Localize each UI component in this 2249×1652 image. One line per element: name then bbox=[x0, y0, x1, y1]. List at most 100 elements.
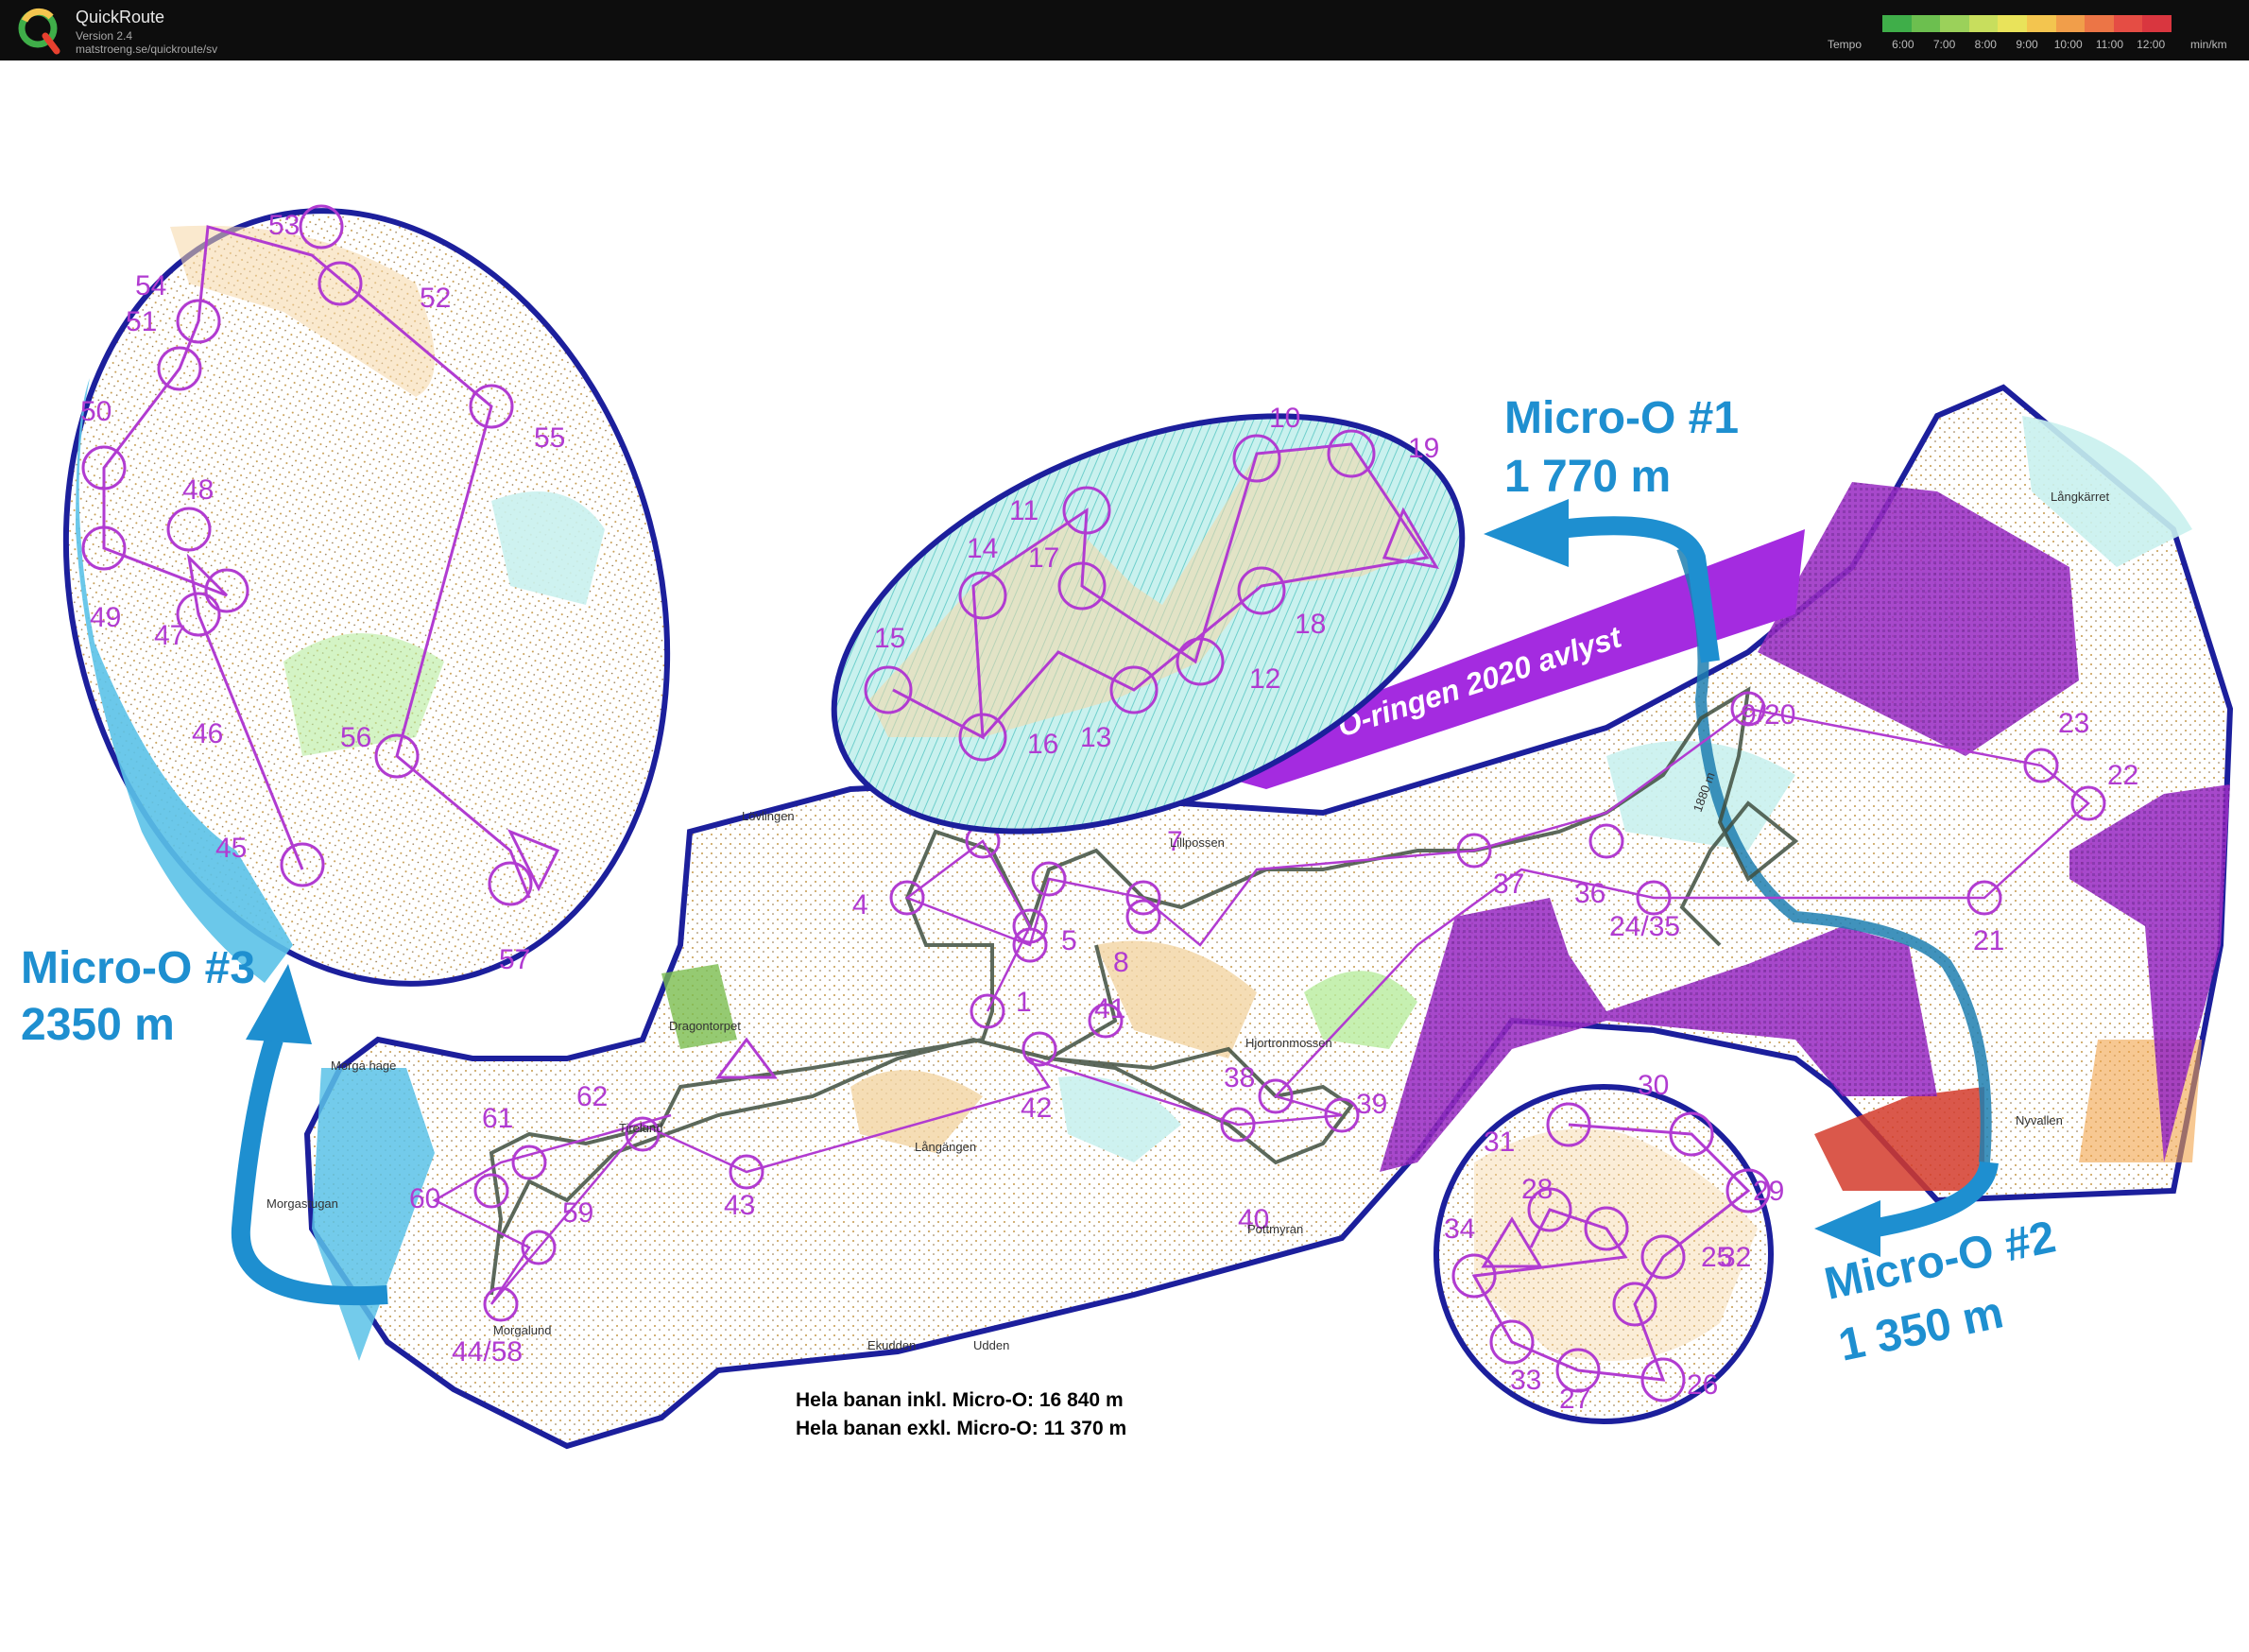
pace-legend-swatch bbox=[1882, 15, 1912, 32]
control-21: 21 bbox=[1973, 925, 2004, 956]
pace-legend-tick: 9:00 bbox=[2016, 38, 2038, 51]
control-4: 4 bbox=[852, 889, 868, 921]
pace-legend-swatch bbox=[1940, 15, 1969, 32]
svg-text:Morgalund: Morgalund bbox=[493, 1323, 551, 1337]
pace-legend-tick: 6:00 bbox=[1892, 38, 1914, 51]
pace-legend-swatch bbox=[1968, 15, 1999, 32]
control-61: 61 bbox=[482, 1103, 513, 1134]
control-26: 26 bbox=[1687, 1369, 1718, 1401]
pace-legend-ticks: 6:00 7:00 8:00 9:00 10:00 11:00 12:00 bbox=[1882, 38, 2172, 51]
control-53: 53 bbox=[268, 210, 300, 241]
micro-o-3-title: Micro-O #3 bbox=[21, 943, 255, 993]
svg-text:Långängen: Långängen bbox=[915, 1140, 976, 1154]
control-5: 5 bbox=[1061, 925, 1077, 956]
control-59: 59 bbox=[562, 1197, 593, 1229]
control-31: 31 bbox=[1484, 1127, 1515, 1158]
control-46: 46 bbox=[192, 718, 223, 749]
pace-legend-swatch bbox=[1911, 15, 1941, 32]
pace-legend-swatch bbox=[2026, 15, 2056, 32]
control-34: 34 bbox=[1444, 1213, 1475, 1245]
svg-text:Tirelund: Tirelund bbox=[619, 1121, 662, 1135]
pace-legend-bar bbox=[1882, 15, 2172, 32]
total-excluding-micro: Hela banan exkl. Micro-O: 11 370 m bbox=[796, 1418, 1126, 1439]
svg-text:Nyvallen: Nyvallen bbox=[2016, 1113, 2063, 1127]
quickroute-logo-icon bbox=[18, 8, 60, 55]
control-32: 32 bbox=[1720, 1242, 1751, 1273]
control-38: 38 bbox=[1224, 1062, 1255, 1093]
control-56: 56 bbox=[340, 722, 371, 753]
control-50: 50 bbox=[80, 396, 112, 427]
svg-text:Dragontorpet: Dragontorpet bbox=[669, 1019, 741, 1033]
control-13: 13 bbox=[1080, 722, 1111, 753]
control-30: 30 bbox=[1638, 1070, 1669, 1101]
control-10: 10 bbox=[1269, 403, 1300, 434]
control-55: 55 bbox=[534, 422, 565, 454]
control-22: 22 bbox=[2107, 760, 2138, 791]
control-42: 42 bbox=[1021, 1093, 1052, 1124]
control-54: 54 bbox=[135, 270, 166, 301]
control-11: 11 bbox=[1009, 495, 1039, 526]
pace-legend-tick: 8:00 bbox=[1974, 38, 1997, 51]
control-12: 12 bbox=[1249, 663, 1280, 695]
control-15: 15 bbox=[874, 623, 905, 654]
micro-o-1-title: Micro-O #1 bbox=[1504, 393, 1739, 443]
pace-legend-swatch bbox=[2142, 15, 2172, 32]
control-37: 37 bbox=[1493, 869, 1524, 900]
control-17: 17 bbox=[1028, 542, 1059, 574]
control-19: 19 bbox=[1408, 433, 1439, 464]
control-51: 51 bbox=[126, 306, 157, 337]
svg-text:Lövlingen: Lövlingen bbox=[742, 809, 795, 823]
svg-text:Morgastugan: Morgastugan bbox=[266, 1196, 338, 1211]
control-8: 8 bbox=[1113, 947, 1129, 978]
total-including-micro: Hela banan inkl. Micro-O: 16 840 m bbox=[796, 1389, 1124, 1411]
control-48: 48 bbox=[182, 474, 214, 506]
control-9-20: 9/20 bbox=[1741, 699, 1795, 731]
pace-legend-tick: 12:00 bbox=[2137, 38, 2166, 51]
control-60: 60 bbox=[409, 1183, 440, 1214]
pace-legend-swatch bbox=[2113, 15, 2143, 32]
micro-o-3-distance: 2350 m bbox=[21, 1000, 175, 1050]
svg-text:Pottmyran: Pottmyran bbox=[1247, 1222, 1303, 1236]
legend-label: Tempo bbox=[1828, 38, 1863, 51]
svg-text:Lillpossen: Lillpossen bbox=[1170, 835, 1225, 850]
title-bar: QuickRoute Version 2.4 matstroeng.se/qui… bbox=[0, 0, 2249, 60]
svg-text:Hjortronmossen: Hjortronmossen bbox=[1245, 1036, 1332, 1050]
micro-o-3-inset: 45 46 47 48 49 50 51 52 53 54 55 56 57 bbox=[62, 204, 671, 987]
control-52: 52 bbox=[420, 283, 451, 314]
control-16: 16 bbox=[1027, 729, 1058, 760]
control-24-35: 24/35 bbox=[1609, 911, 1680, 942]
control-47: 47 bbox=[154, 620, 185, 651]
control-23: 23 bbox=[2058, 708, 2089, 739]
control-1: 1 bbox=[1016, 987, 1032, 1018]
control-44-58: 44/58 bbox=[452, 1336, 523, 1368]
control-62: 62 bbox=[576, 1081, 608, 1112]
control-29: 29 bbox=[1753, 1176, 1784, 1207]
control-28: 28 bbox=[1521, 1174, 1553, 1205]
control-43: 43 bbox=[724, 1190, 755, 1221]
control-45: 45 bbox=[215, 833, 247, 864]
micro-o-1-distance: 1 770 m bbox=[1504, 452, 1671, 502]
svg-text:Udden: Udden bbox=[973, 1338, 1009, 1352]
control-27: 27 bbox=[1559, 1384, 1590, 1415]
control-49: 49 bbox=[90, 602, 121, 633]
control-18: 18 bbox=[1295, 609, 1326, 640]
legend-unit: min/km bbox=[2190, 38, 2227, 51]
control-57: 57 bbox=[499, 944, 530, 975]
svg-text:Långkärret: Långkärret bbox=[2051, 490, 2110, 504]
app-url: matstroeng.se/quickroute/sv bbox=[76, 43, 218, 56]
svg-text:Morga hage: Morga hage bbox=[331, 1058, 396, 1073]
control-39: 39 bbox=[1356, 1089, 1387, 1120]
pace-legend-swatch bbox=[1998, 15, 2027, 32]
app-title: QuickRoute bbox=[76, 8, 165, 26]
micro-o-2-inset: 25 26 27 28 29 30 31 32 33 34 bbox=[1434, 1070, 1784, 1424]
control-33: 33 bbox=[1510, 1365, 1541, 1396]
pace-legend-tick: 11:00 bbox=[2095, 38, 2123, 51]
pace-legend-tick: 10:00 bbox=[2053, 38, 2083, 51]
orienteering-map[interactable]: O-ringen 2020 avlyst 1 2 3 4 5 6 7 8 9/2… bbox=[0, 60, 2249, 1652]
control-41: 41 bbox=[1094, 993, 1125, 1024]
control-14: 14 bbox=[967, 533, 998, 564]
pace-legend-tick: 7:00 bbox=[1932, 38, 1956, 51]
control-36: 36 bbox=[1574, 878, 1605, 909]
pace-legend-swatch bbox=[2055, 15, 2086, 32]
pace-legend-swatch bbox=[2085, 15, 2114, 32]
